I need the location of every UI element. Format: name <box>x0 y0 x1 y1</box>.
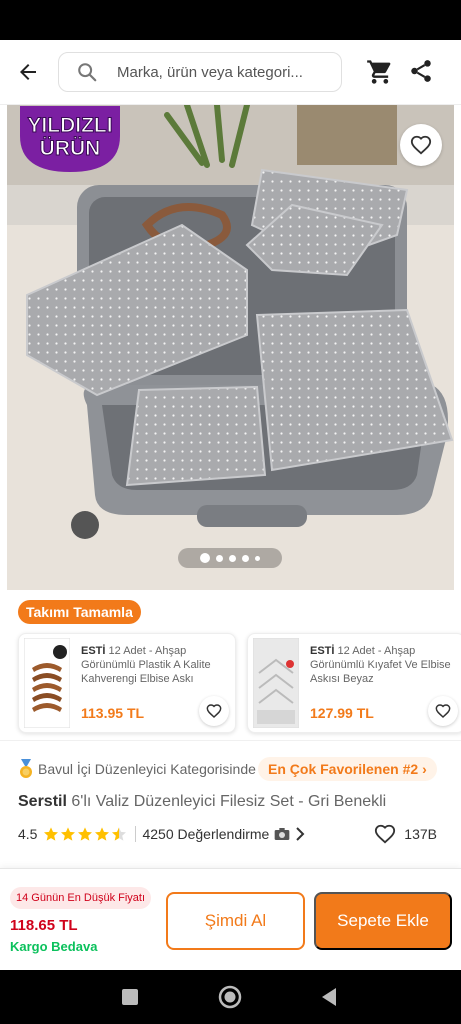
favorite-rank-badge[interactable]: En Çok Favorilenen #2 › <box>258 757 437 781</box>
back-button[interactable] <box>14 58 42 86</box>
square-icon <box>122 989 138 1005</box>
divider <box>135 826 137 842</box>
product-thumbnail <box>24 638 70 728</box>
product-title: Serstil 6'lı Valiz Düzenleyici Filesiz S… <box>18 793 386 811</box>
favorites-count[interactable]: 137B <box>374 823 437 845</box>
rating-row: 4.5 4250 Değerlendirme 137B <box>18 823 443 845</box>
arrow-left-icon <box>20 64 36 80</box>
product-thumbnail <box>253 638 299 728</box>
recommended-product-price: 113.95 TL <box>81 705 145 721</box>
carousel-dot[interactable] <box>200 553 210 563</box>
search-placeholder: Marka, ürün veya kategori... <box>117 63 303 81</box>
favorite-button[interactable] <box>428 696 458 726</box>
medal-icon <box>20 759 32 778</box>
carousel-dot[interactable] <box>255 555 260 561</box>
product-info: Bavul İçi Düzenleyici Kategorisinde En Ç… <box>0 740 461 860</box>
recommended-product-brand: ESTİ <box>310 645 335 657</box>
free-shipping-label: Kargo Bedava <box>10 939 98 954</box>
recommended-product-title: ESTİ 12 Adet - Ahşap Görünümlü Kıyafet V… <box>310 645 451 685</box>
share-icon <box>411 60 431 82</box>
triangle-back-icon <box>322 988 336 1006</box>
buy-now-button[interactable]: Şimdi Al <box>166 892 305 950</box>
camera-icon <box>274 828 290 840</box>
lowest-price-badge: 14 Günün En Düşük Fiyatı <box>10 887 152 909</box>
cart-button[interactable] <box>366 58 394 86</box>
share-button[interactable] <box>408 58 436 86</box>
home-circle-icon <box>218 985 242 1009</box>
product-image[interactable] <box>7 105 454 590</box>
likes-count: 137B <box>404 826 437 842</box>
product-price: 118.65 TL <box>10 917 78 934</box>
recommended-product-title: ESTİ 12 Adet - Ahşap Görünümlü Plastik A… <box>81 645 211 685</box>
rating-stars <box>43 826 127 842</box>
complete-set-section: Takımı Tamamla ESTİ 12 Adet - Ahşap Görü… <box>0 590 461 740</box>
favorite-button[interactable] <box>199 696 229 726</box>
star-icon <box>95 827 110 841</box>
chevron-right-icon <box>296 827 305 841</box>
heart-icon <box>375 824 396 844</box>
category-text: Bavul İçi Düzenleyici Kategorisinde <box>38 761 256 777</box>
purchase-bar: 14 Günün En Düşük Fiyatı 118.65 TL Kargo… <box>0 868 461 970</box>
rating-score: 4.5 <box>18 826 38 842</box>
cart-icon <box>367 60 391 84</box>
add-to-cart-button[interactable]: Sepete Ekle <box>314 892 452 950</box>
star-icon <box>61 827 76 841</box>
carousel-dot[interactable] <box>229 554 236 562</box>
reviews-link[interactable]: 4250 Değerlendirme <box>142 826 306 842</box>
star-product-badge: YILDIZLI ÜRÜN <box>14 106 126 174</box>
back-nav-button[interactable] <box>314 982 344 1012</box>
carousel-indicator <box>178 548 282 568</box>
recommended-product-card[interactable]: ESTİ 12 Adet - Ahşap Görünümlü Plastik A… <box>18 633 236 733</box>
carousel-dot[interactable] <box>242 554 249 562</box>
product-name: 6'lı Valiz Düzenleyici Filesiz Set - Gri… <box>71 793 387 810</box>
category-link[interactable]: Bavul İçi Düzenleyici Kategorisinde <box>18 759 256 779</box>
badge-line1: YILDIZLI <box>27 114 112 137</box>
product-brand[interactable]: Serstil <box>18 793 67 810</box>
favorite-button[interactable] <box>400 124 442 166</box>
recommended-product-price: 127.99 TL <box>310 705 374 721</box>
half-star-icon <box>112 827 127 841</box>
search-icon <box>75 60 99 84</box>
carousel-dot[interactable] <box>216 554 223 562</box>
star-icon <box>78 827 93 841</box>
star-icon <box>44 827 59 841</box>
heart-icon <box>435 704 451 719</box>
complete-set-label: Takımı Tamamla <box>18 600 141 624</box>
top-bar: Marka, ürün veya kategori... <box>0 40 461 104</box>
recommended-product-card[interactable]: ESTİ 12 Adet - Ahşap Görünümlü Kıyafet V… <box>247 633 461 733</box>
recents-button[interactable] <box>115 982 145 1012</box>
home-button[interactable] <box>215 982 245 1012</box>
badge-line2: ÜRÜN <box>40 137 101 160</box>
system-navigation-bar <box>0 970 461 1024</box>
search-input[interactable]: Marka, ürün veya kategori... <box>58 52 342 92</box>
status-bar <box>0 0 461 40</box>
heart-icon <box>206 704 222 719</box>
heart-icon <box>410 135 432 155</box>
chevron-right-icon: › <box>422 761 427 777</box>
recommended-product-brand: ESTİ <box>81 645 106 657</box>
reviews-count: 4250 Değerlendirme <box>142 826 270 842</box>
